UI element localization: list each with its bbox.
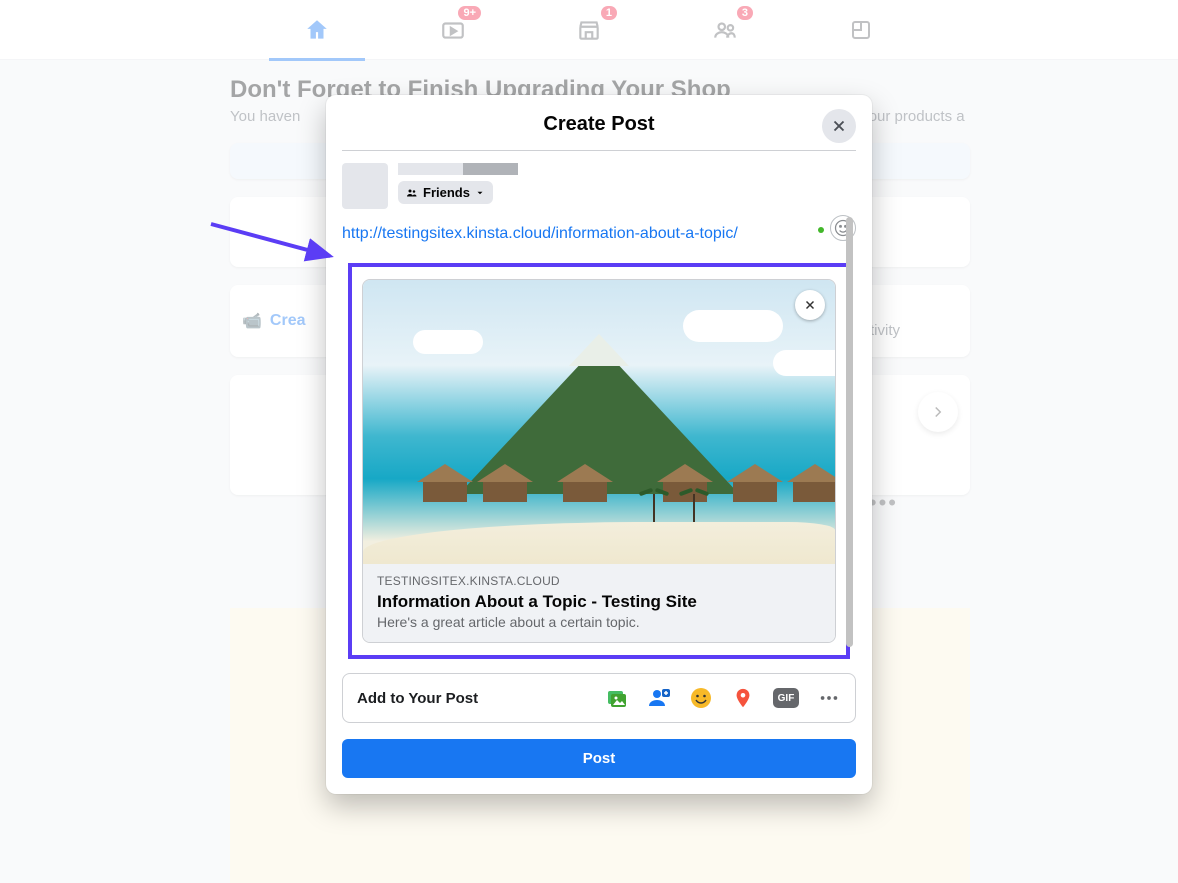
friends-icon	[406, 187, 418, 199]
link-preview-image	[363, 280, 835, 564]
tag-people-icon[interactable]	[647, 686, 671, 710]
feeling-icon[interactable]	[689, 686, 713, 710]
close-icon	[830, 117, 848, 135]
add-to-post-label: Add to Your Post	[357, 690, 478, 707]
avatar[interactable]	[342, 163, 388, 209]
profile-row: Friends	[342, 163, 856, 209]
post-text-url[interactable]: http://testingsitex.kinsta.cloud/informa…	[342, 225, 856, 243]
user-name-redacted	[398, 163, 518, 175]
audience-selector[interactable]: Friends	[398, 181, 493, 204]
link-preview-highlight: TESTINGSITEX.KINSTA.CLOUD Information Ab…	[348, 263, 850, 659]
create-post-modal: Create Post Friends http://testingsitex.…	[326, 95, 872, 794]
link-preview-domain: TESTINGSITEX.KINSTA.CLOUD	[377, 574, 821, 588]
caret-down-icon	[475, 188, 485, 198]
close-button[interactable]	[822, 109, 856, 143]
name-block: Friends	[398, 163, 518, 209]
link-preview-title: Information About a Topic - Testing Site	[377, 592, 821, 612]
gif-icon[interactable]: GIF	[773, 688, 799, 708]
audience-label: Friends	[423, 185, 470, 200]
link-preview-card[interactable]: TESTINGSITEX.KINSTA.CLOUD Information Ab…	[362, 279, 836, 643]
add-to-post-icons: GIF	[605, 686, 841, 710]
status-dot	[818, 227, 824, 233]
add-to-post-row: Add to Your Post GIF	[342, 673, 856, 723]
link-preview-description: Here's a great article about a certain t…	[377, 614, 821, 630]
location-icon[interactable]	[731, 686, 755, 710]
composer-area: Friends http://testingsitex.kinsta.cloud…	[326, 151, 872, 659]
scrollbar[interactable]	[846, 217, 853, 647]
link-preview-meta: TESTINGSITEX.KINSTA.CLOUD Information Ab…	[363, 564, 835, 642]
photo-video-icon[interactable]	[605, 686, 629, 710]
more-options-icon[interactable]	[817, 686, 841, 710]
close-icon	[803, 298, 817, 312]
post-button[interactable]: Post	[342, 739, 856, 778]
remove-preview-button[interactable]	[795, 290, 825, 320]
modal-header: Create Post	[326, 95, 872, 150]
modal-title: Create Post	[342, 113, 856, 136]
